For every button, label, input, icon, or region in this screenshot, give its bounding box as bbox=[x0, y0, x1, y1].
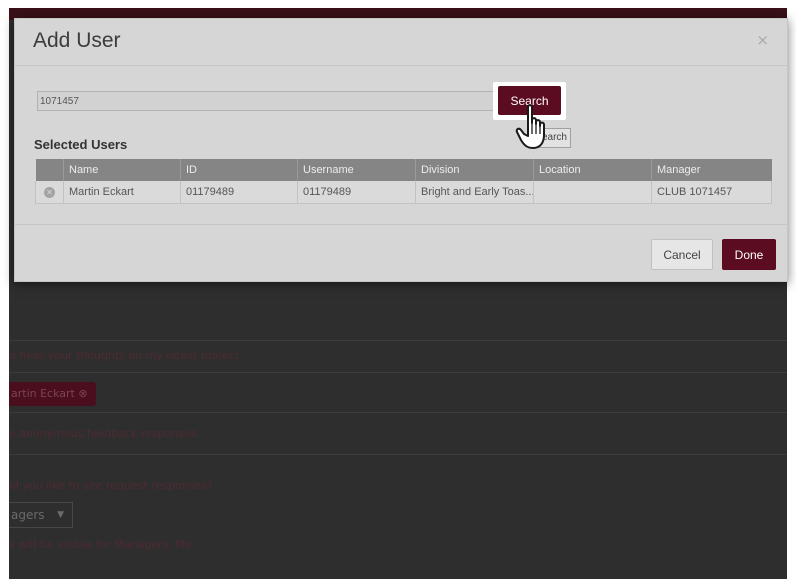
column-header-division[interactable]: Division bbox=[415, 159, 534, 181]
add-user-modal: Add User × Search Search Selected Users … bbox=[14, 18, 788, 282]
divider bbox=[9, 454, 787, 455]
background-select: agers ▼ bbox=[9, 502, 73, 528]
table-row: ✕ Martin Eckart 01179489 01179489 Bright… bbox=[35, 181, 772, 204]
divider bbox=[9, 340, 787, 341]
cell-manager: CLUB 1071457 bbox=[651, 181, 772, 204]
divider bbox=[9, 412, 787, 413]
divider bbox=[9, 372, 787, 373]
cancel-button[interactable]: Cancel bbox=[651, 239, 713, 270]
column-header-id[interactable]: ID bbox=[180, 159, 298, 181]
background-user-chip: artin Eckart ⊗ bbox=[9, 382, 96, 406]
background-text-4: s will be visible for Managers, Me. bbox=[9, 538, 196, 551]
cell-username: 01179489 bbox=[297, 181, 416, 204]
close-icon[interactable]: × bbox=[756, 31, 769, 49]
column-header bbox=[35, 159, 64, 181]
done-button[interactable]: Done bbox=[722, 239, 776, 270]
cell-location bbox=[533, 181, 652, 204]
background-chip-label: artin Eckart bbox=[11, 387, 75, 400]
background-text-3: ld you like to see request responses? bbox=[9, 479, 213, 492]
cell-name: Martin Eckart bbox=[63, 181, 181, 204]
modal-title: Add User bbox=[33, 29, 121, 52]
table-header-row: Name ID Username Division Location Manag… bbox=[35, 159, 772, 181]
user-search-input[interactable] bbox=[37, 91, 499, 111]
hand-pointer-cursor-icon bbox=[515, 104, 545, 149]
column-header-location[interactable]: Location bbox=[533, 159, 652, 181]
background-select-value: agers bbox=[11, 508, 45, 522]
column-header-name[interactable]: Name bbox=[63, 159, 181, 181]
remove-cell: ✕ bbox=[35, 181, 64, 204]
background-text-2: e anonymous feedback responses bbox=[9, 427, 197, 440]
column-header-username[interactable]: Username bbox=[297, 159, 416, 181]
selected-users-title: Selected Users bbox=[34, 137, 128, 152]
cell-id: 01179489 bbox=[180, 181, 298, 204]
chevron-down-icon: ▼ bbox=[57, 510, 64, 520]
modal-header: Add User × bbox=[15, 19, 787, 66]
cell-division: Bright and Early Toas... bbox=[415, 181, 534, 204]
x-circle-icon[interactable]: ✕ bbox=[44, 186, 55, 198]
background-chip-remove-icon: ⊗ bbox=[78, 387, 88, 400]
background-text-1: o hear your thoughts on my latest projec… bbox=[9, 349, 243, 362]
column-header-manager[interactable]: Manager bbox=[651, 159, 772, 181]
selected-users-table: Name ID Username Division Location Manag… bbox=[35, 159, 772, 204]
